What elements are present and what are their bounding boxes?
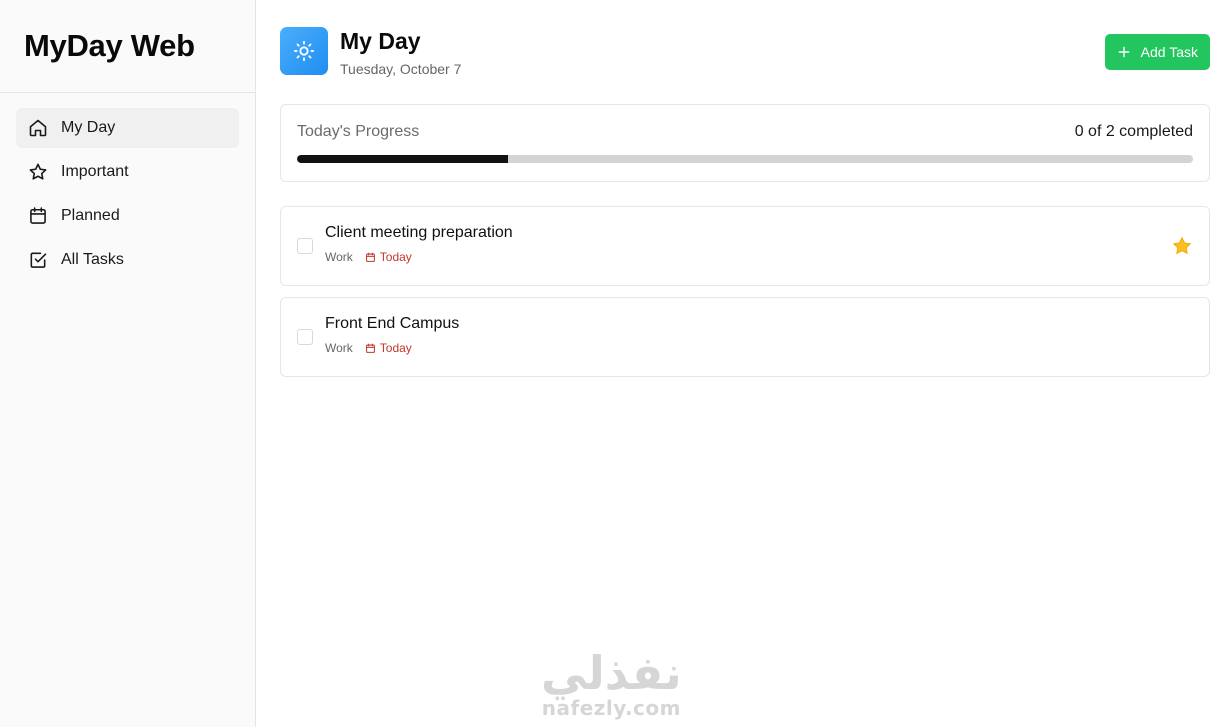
progress-card: Today's Progress 0 of 2 completed [280,104,1210,182]
page-title: My Day [340,28,421,54]
sidebar-item-label: My Day [61,119,116,136]
task-due-label: Today [379,250,412,264]
progress-label: Today's Progress [297,123,420,140]
calendar-icon [30,207,46,224]
task-list: Client meeting preparation Work Today Fr… [280,206,1210,377]
plus-icon [1118,46,1130,58]
check-square-icon [30,252,47,268]
sidebar: MyDay Web My Day Important Planned All T… [0,0,256,727]
sidebar-item-important[interactable]: Important [16,152,239,192]
calendar-icon [365,343,375,353]
task-checkbox[interactable] [297,238,313,254]
header-title-group: My Day Tuesday, October 7 [280,27,461,77]
task-category: Work [325,341,353,355]
page-header: My Day Tuesday, October 7 Add Task [280,27,1210,77]
calendar-icon [365,252,375,262]
sidebar-item-label: Planned [61,207,120,224]
task-category: Work [325,250,353,264]
page-date: Tuesday, October 7 [340,61,462,77]
task-item[interactable]: Client meeting preparation Work Today [280,206,1210,286]
home-icon [29,119,47,137]
progress-count: 0 of 2 completed [1074,123,1193,140]
add-task-button[interactable]: Add Task [1104,34,1210,70]
task-title: Front End Campus [325,315,460,332]
app-root: MyDay Web My Day Important Planned All T… [0,0,1232,727]
sidebar-item-all-tasks[interactable]: All Tasks [16,240,239,280]
task-due: Today [365,341,412,355]
task-title: Client meeting preparation [325,224,513,241]
star-filled-icon[interactable] [1171,235,1193,257]
sidebar-item-planned[interactable]: Planned [16,196,239,236]
task-checkbox[interactable] [297,329,313,345]
progress-bar-fill [297,155,508,163]
progress-bar [297,155,1193,163]
task-due: Today [365,250,412,264]
app-title: MyDay Web [0,0,255,93]
sun-icon [293,40,315,62]
task-due-label: Today [379,341,412,355]
main-content: My Day Tuesday, October 7 Add Task Today… [256,0,1232,727]
sidebar-nav: My Day Important Planned All Tasks [0,93,255,299]
sidebar-item-label: Important [61,163,129,180]
sidebar-item-label: All Tasks [61,251,124,268]
sidebar-item-my-day[interactable]: My Day [16,108,239,148]
task-item[interactable]: Front End Campus Work Today [280,297,1210,377]
add-task-label: Add Task [1140,44,1198,60]
star-outline-icon [29,163,47,180]
sun-badge [280,27,328,75]
